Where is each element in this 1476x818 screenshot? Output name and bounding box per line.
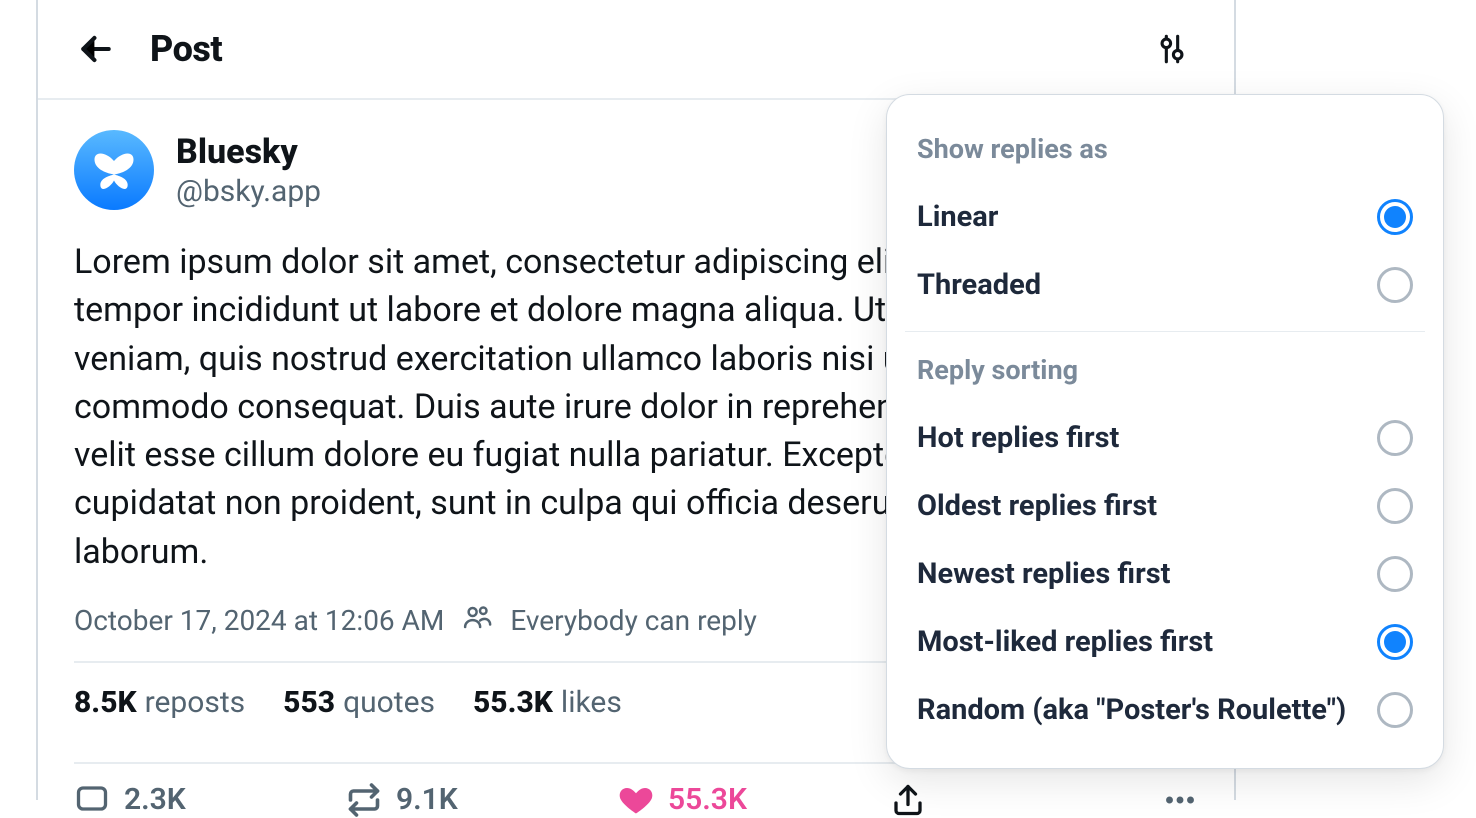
arrow-left-icon <box>77 30 115 68</box>
radio-indicator <box>1377 624 1413 660</box>
option-label: Random (aka "Poster's Roulette") <box>917 693 1346 727</box>
option-label: Threaded <box>917 268 1041 302</box>
radio-indicator <box>1377 692 1413 728</box>
back-button[interactable] <box>68 21 124 77</box>
option-label: Most-liked replies first <box>917 625 1213 659</box>
option-label: Oldest replies first <box>917 489 1157 523</box>
option-label: Newest replies first <box>917 557 1170 591</box>
sort-option[interactable]: Oldest replies first <box>887 472 1443 540</box>
avatar[interactable] <box>74 130 154 210</box>
popover-section-title: Reply sorting <box>887 344 1443 404</box>
reply-scope[interactable]: Everybody can reply <box>510 604 757 637</box>
metric-quotes[interactable]: 553quotes <box>283 685 435 720</box>
action-bar: 2.3K 9.1K 55.3K <box>74 764 1198 818</box>
option-label: Hot replies first <box>917 421 1119 455</box>
sort-option[interactable]: Most-liked replies first <box>887 608 1443 676</box>
sort-option[interactable]: Hot replies first <box>887 404 1443 472</box>
people-icon <box>462 602 492 639</box>
radio-indicator <box>1377 267 1413 303</box>
reply-settings-popover: Show replies as Linear Threaded Reply sor… <box>886 94 1444 769</box>
radio-indicator <box>1377 556 1413 592</box>
display-option[interactable]: Threaded <box>887 251 1443 319</box>
sliders-icon <box>1155 32 1189 66</box>
post-timestamp[interactable]: October 17, 2024 at 12:06 AM <box>74 604 444 637</box>
radio-indicator <box>1377 420 1413 456</box>
reply-settings-button[interactable] <box>1144 21 1200 77</box>
radio-indicator <box>1377 199 1413 235</box>
metric-reposts[interactable]: 8.5Kreposts <box>74 685 245 720</box>
author-block[interactable]: Bluesky @bsky.app <box>176 132 321 209</box>
radio-indicator <box>1377 488 1413 524</box>
metric-likes[interactable]: 55.3Klikes <box>473 685 622 720</box>
page-title: Post <box>150 28 222 70</box>
popover-divider <box>905 331 1425 332</box>
header-bar: Post <box>38 0 1234 100</box>
sort-option[interactable]: Newest replies first <box>887 540 1443 608</box>
author-name: Bluesky <box>176 132 321 172</box>
sort-option[interactable]: Random (aka "Poster's Roulette") <box>887 676 1443 744</box>
popover-section-title: Show replies as <box>887 123 1443 183</box>
option-label: Linear <box>917 200 998 234</box>
author-handle: @bsky.app <box>176 174 321 209</box>
butterfly-icon <box>90 146 138 194</box>
display-option[interactable]: Linear <box>887 183 1443 251</box>
